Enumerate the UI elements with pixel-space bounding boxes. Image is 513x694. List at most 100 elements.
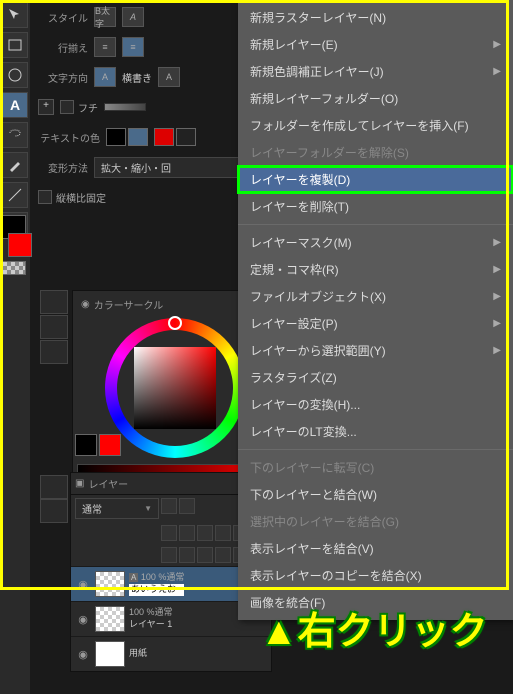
menu-item[interactable]: ファイルオブジェクト(X)▶: [238, 283, 513, 310]
layer-name: レイヤー 1: [129, 619, 173, 631]
menu-item[interactable]: 定規・コマ枠(R)▶: [238, 256, 513, 283]
lasso-tool-icon[interactable]: [2, 122, 28, 148]
text-tool-icon[interactable]: A: [2, 92, 28, 118]
align-left-icon[interactable]: ≡: [94, 37, 116, 57]
layer-thumbnail: [95, 606, 125, 632]
arrow-tool-icon[interactable]: [2, 2, 28, 28]
blend-mode-dropdown[interactable]: 通常▼: [75, 498, 159, 519]
visibility-icon[interactable]: ◉: [75, 576, 91, 592]
checkbox-icon: [38, 190, 52, 204]
menu-item[interactable]: レイヤーを削除(T): [238, 193, 513, 220]
layer-ref-icon[interactable]: [197, 525, 213, 541]
layer-name[interactable]: あいうえお: [129, 584, 184, 596]
submenu-arrow-icon: ▶: [493, 39, 501, 50]
layer-thumbnail: [95, 571, 125, 597]
visibility-icon[interactable]: ◉: [75, 646, 91, 662]
menu-item[interactable]: 新規レイヤーフォルダー(O): [238, 85, 513, 112]
layer-panel-tabs: [40, 475, 68, 523]
hue-handle[interactable]: [168, 316, 182, 330]
bold-button[interactable]: B太字: [94, 7, 116, 27]
bg-swatch[interactable]: [8, 233, 32, 257]
layer-tab-2[interactable]: [40, 499, 68, 523]
menu-item[interactable]: レイヤーマスク(M)▶: [238, 229, 513, 256]
text-layer-badge: A: [129, 573, 138, 582]
tool-property-panel: スタイル B太字 A 行揃え ≡ ≡ 文字方向 A 横書き A + フチ テキス…: [30, 0, 260, 222]
color-panel-title: カラーサークル: [94, 297, 164, 312]
visibility-icon[interactable]: ◉: [75, 611, 91, 627]
submenu-arrow-icon: ▶: [493, 318, 501, 329]
frame-checkbox-row[interactable]: フチ: [60, 100, 98, 115]
menu-item: 下のレイヤーに転写(C): [238, 454, 513, 481]
new-vector-layer-icon[interactable]: [179, 547, 195, 563]
align-center-icon[interactable]: ≡: [122, 37, 144, 57]
text-color-sub[interactable]: [128, 128, 148, 146]
submenu-arrow-icon: ▶: [493, 237, 501, 248]
horizontal-writing-icon[interactable]: A: [94, 67, 116, 87]
layer-context-menu: 新規ラスターレイヤー(N)新規レイヤー(E)▶新規色調補正レイヤー(J)▶新規レ…: [238, 0, 513, 620]
submenu-arrow-icon: ▶: [493, 345, 501, 356]
submenu-arrow-icon: ▶: [493, 66, 501, 77]
new-folder-icon[interactable]: [197, 547, 213, 563]
text-color-alt2[interactable]: [176, 128, 196, 146]
menu-item[interactable]: レイヤーのLT変換...: [238, 418, 513, 445]
italic-button[interactable]: A: [122, 7, 144, 27]
menu-item[interactable]: ラスタライズ(Z): [238, 364, 513, 391]
vertical-writing-icon[interactable]: A: [158, 67, 180, 87]
menu-item: レイヤーフォルダーを解除(S): [238, 139, 513, 166]
direction-value: 横書き: [122, 70, 152, 85]
menu-item[interactable]: 新規ラスターレイヤー(N): [238, 4, 513, 31]
submenu-arrow-icon: ▶: [493, 264, 501, 275]
layer-ctrl-1[interactable]: [161, 498, 177, 514]
aspect-lock-checkbox[interactable]: 縦横比固定: [38, 190, 106, 205]
textcolor-label: テキストの色: [38, 130, 100, 145]
cp-fg-swatch[interactable]: [75, 434, 97, 456]
menu-item[interactable]: 新規色調補正レイヤー(J)▶: [238, 58, 513, 85]
menu-item[interactable]: 表示レイヤーを結合(V): [238, 535, 513, 562]
panel-tab-1[interactable]: [40, 290, 68, 314]
layer-draft-icon[interactable]: [215, 525, 231, 541]
layer-item[interactable]: ◉ 用紙: [71, 636, 271, 671]
panel-tabs: [40, 290, 68, 364]
align-label: 行揃え: [38, 40, 88, 55]
text-color-main[interactable]: [106, 128, 126, 146]
layers-icon: ▣: [75, 478, 84, 489]
layer-thumbnail: [95, 641, 125, 667]
layer-transfer-icon[interactable]: [215, 547, 231, 563]
menu-item[interactable]: レイヤーの変換(H)...: [238, 391, 513, 418]
panel-tab-2[interactable]: [40, 315, 68, 339]
layer-tab-1[interactable]: [40, 475, 68, 499]
menu-item[interactable]: フォルダーを作成してレイヤーを挿入(F): [238, 112, 513, 139]
text-color-alt1[interactable]: [154, 128, 174, 146]
menu-item[interactable]: レイヤーから選択範囲(Y)▶: [238, 337, 513, 364]
menu-item[interactable]: レイヤー設定(P)▶: [238, 310, 513, 337]
circle-tool-icon[interactable]: [2, 62, 28, 88]
menu-item[interactable]: レイヤーを複製(D): [238, 166, 513, 193]
tool-sidebar: A: [0, 0, 30, 694]
menu-item: 選択中のレイヤーを結合(G): [238, 508, 513, 535]
layer-ctrl-2[interactable]: [179, 498, 195, 514]
new-raster-layer-icon[interactable]: [161, 547, 177, 563]
color-swatches: [2, 215, 28, 275]
transform-dropdown[interactable]: 拡大・縮小・回▼: [94, 157, 252, 178]
direction-label: 文字方向: [38, 70, 88, 85]
menu-item[interactable]: 表示レイヤーのコピーを結合(X): [238, 562, 513, 589]
expand-toggle[interactable]: +: [38, 99, 54, 115]
menu-item[interactable]: 新規レイヤー(E)▶: [238, 31, 513, 58]
color-wheel[interactable]: [105, 318, 245, 458]
style-label: スタイル: [38, 10, 88, 25]
sv-picker[interactable]: [134, 347, 216, 429]
line-tool-icon[interactable]: [2, 182, 28, 208]
layer-clip-icon[interactable]: [179, 525, 195, 541]
annotation-text: ▲右クリック: [260, 600, 488, 655]
panel-tab-3[interactable]: [40, 340, 68, 364]
rect-tool-icon[interactable]: [2, 32, 28, 58]
pattern-swatch[interactable]: [2, 261, 26, 275]
checkbox-icon: [60, 100, 74, 114]
cp-bg-swatch[interactable]: [99, 434, 121, 456]
layer-lock-icon[interactable]: [161, 525, 177, 541]
pen-tool-icon[interactable]: [2, 152, 28, 178]
layer-name: 用紙: [129, 648, 147, 660]
menu-item[interactable]: 下のレイヤーと結合(W): [238, 481, 513, 508]
transform-label: 変形方法: [38, 160, 88, 175]
frame-slider[interactable]: [104, 103, 146, 111]
